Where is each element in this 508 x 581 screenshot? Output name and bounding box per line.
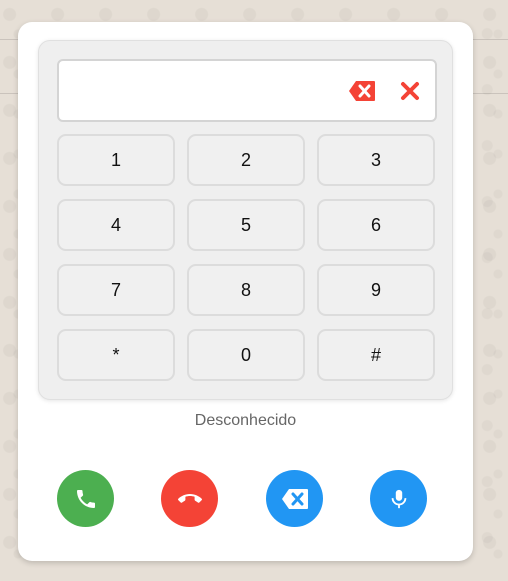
backspace-icon	[349, 80, 375, 101]
key-7[interactable]: 7	[57, 264, 175, 316]
key-8[interactable]: 8	[187, 264, 305, 316]
display-clear-button[interactable]	[395, 76, 425, 106]
key-3[interactable]: 3	[317, 134, 435, 186]
call-end-icon	[177, 493, 202, 503]
display-backspace-button[interactable]	[347, 76, 377, 106]
microphone-button[interactable]	[370, 470, 427, 527]
dialer-dialog: 1 2 3 4 5 6 7 8 9 * 0 # Desconhecido	[18, 22, 473, 561]
keypad-panel: 1 2 3 4 5 6 7 8 9 * 0 #	[38, 40, 453, 400]
key-star[interactable]: *	[57, 329, 175, 381]
caller-status: Desconhecido	[194, 412, 297, 429]
key-6[interactable]: 6	[317, 199, 435, 251]
key-0[interactable]: 0	[187, 329, 305, 381]
keypad-grid: 1 2 3 4 5 6 7 8 9 * 0 #	[57, 134, 435, 381]
key-4[interactable]: 4	[57, 199, 175, 251]
call-actions	[18, 470, 473, 528]
number-display-value	[71, 61, 335, 120]
key-9[interactable]: 9	[317, 264, 435, 316]
key-2[interactable]: 2	[187, 134, 305, 186]
call-button[interactable]	[57, 470, 114, 527]
key-hash[interactable]: #	[317, 329, 435, 381]
close-icon	[401, 81, 419, 100]
phone-icon	[76, 489, 95, 508]
number-display[interactable]	[57, 59, 437, 122]
backspace-icon	[281, 488, 308, 509]
erase-button[interactable]	[266, 470, 323, 527]
hangup-button[interactable]	[161, 470, 218, 527]
key-1[interactable]: 1	[57, 134, 175, 186]
microphone-icon	[391, 489, 406, 508]
key-5[interactable]: 5	[187, 199, 305, 251]
